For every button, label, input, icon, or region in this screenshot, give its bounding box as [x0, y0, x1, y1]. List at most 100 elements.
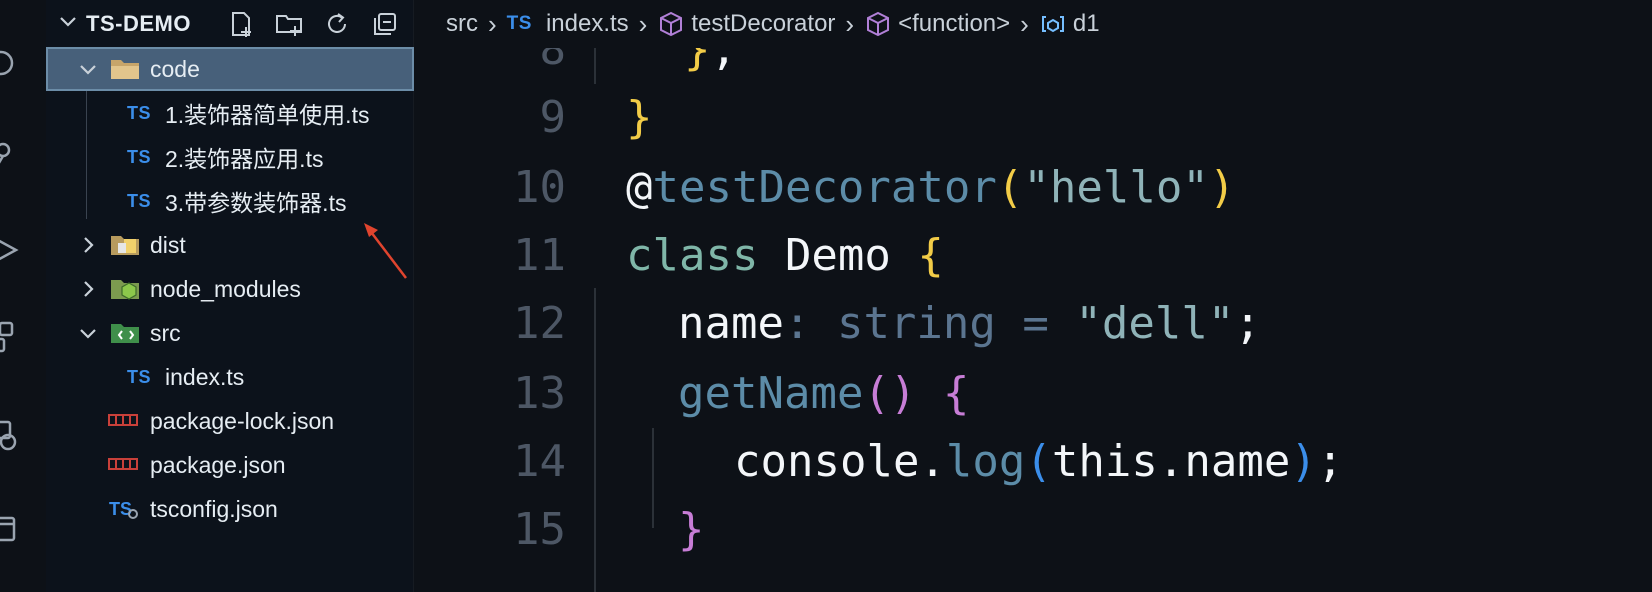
- extensions-icon[interactable]: [0, 320, 20, 354]
- code-token: {: [917, 230, 944, 281]
- chevron-right-icon: ›: [845, 8, 855, 39]
- npm-file-icon: [106, 450, 140, 480]
- new-file-icon[interactable]: [224, 8, 258, 40]
- source-control-icon[interactable]: [0, 140, 20, 174]
- folder-dist-icon: [108, 230, 142, 260]
- explorer-sidebar: TS-DEMO code TS 1.装饰器简单使用.ts TS 2.装饰器应用.…: [46, 0, 414, 592]
- typescript-file-icon: TS: [126, 146, 151, 167]
- tree-item-label: tsconfig.json: [150, 495, 278, 522]
- tree-item-src[interactable]: src: [46, 311, 414, 355]
- chevron-right-icon: ›: [638, 8, 648, 39]
- typescript-file-icon: TS: [126, 102, 151, 123]
- code-token: ;: [1234, 298, 1261, 349]
- code-token: ;: [1316, 436, 1344, 487]
- code-line-8: };: [684, 48, 737, 75]
- line-number: 15: [513, 504, 566, 555]
- chevron-down-icon[interactable]: [58, 12, 78, 32]
- breadcrumb-file-label: index.ts: [545, 10, 629, 37]
- line-number: 8: [539, 48, 567, 75]
- breadcrumb-function[interactable]: <function>: [864, 10, 1010, 38]
- code-token: Demo: [758, 230, 918, 281]
- tree-item-label: node_modules: [150, 275, 301, 302]
- typescript-file-icon: TS: [506, 13, 532, 34]
- tree-item-label: 3.带参数装饰器.ts: [165, 190, 347, 216]
- code-line-11: class Demo {: [626, 230, 944, 281]
- code-token: =: [995, 298, 1076, 349]
- tree-item-label: 2.装饰器应用.ts: [165, 146, 324, 172]
- tree-item-file[interactable]: TS 3.带参数装饰器.ts: [46, 179, 414, 223]
- code-token: log: [945, 436, 1026, 487]
- code-token: ): [1290, 436, 1317, 487]
- indent-guide: [594, 48, 596, 84]
- file-tree: code TS 1.装饰器简单使用.ts TS 2.装饰器应用.ts TS 3.…: [46, 47, 414, 531]
- code-token: ;: [710, 48, 738, 75]
- collapse-all-icon[interactable]: [368, 8, 402, 40]
- code-token: class: [626, 230, 759, 281]
- chevron-down-icon[interactable]: [77, 322, 99, 344]
- tree-item-label: index.ts: [165, 363, 245, 390]
- breadcrumb-decorator-label: testDecorator: [691, 10, 836, 37]
- code-line-10: @testDecorator("hello"): [626, 162, 1235, 213]
- tree-item-file[interactable]: TS tsconfig.json: [46, 487, 414, 531]
- breadcrumb-file[interactable]: TS index.ts: [507, 10, 629, 38]
- explorer-actions: [224, 8, 402, 40]
- tree-item-file[interactable]: package.json: [46, 443, 414, 487]
- code-line-12: name: string = "dell";: [678, 298, 1261, 349]
- tree-item-file[interactable]: package-lock.json: [46, 399, 414, 443]
- typescript-file-icon: TS: [126, 190, 151, 211]
- chevron-down-icon[interactable]: [77, 58, 99, 80]
- tree-item-label: src: [150, 319, 181, 346]
- cube-icon: [867, 11, 890, 37]
- breadcrumb-variable[interactable]: d1: [1039, 10, 1100, 38]
- breadcrumb-decorator[interactable]: testDecorator: [657, 10, 835, 38]
- chevron-right-icon: ›: [488, 8, 497, 39]
- indent-guide: [594, 288, 596, 592]
- workspace-title[interactable]: TS-DEMO: [86, 11, 191, 37]
- panel-icon[interactable]: [0, 512, 20, 546]
- code-token: this.name: [1051, 436, 1291, 487]
- tsconfig-file-icon: TS: [106, 494, 140, 524]
- tree-item-label: 1.装饰器简单使用.ts: [165, 102, 370, 128]
- code-line-14: console.log(this.name);: [734, 436, 1343, 487]
- chevron-right-icon[interactable]: [77, 278, 99, 300]
- tree-item-code[interactable]: code: [46, 47, 414, 91]
- tree-item-file[interactable]: TS 2.装饰器应用.ts: [46, 135, 414, 179]
- code-token: :: [783, 298, 837, 349]
- code-token: (: [1025, 436, 1052, 487]
- code-token: "hello": [1023, 162, 1209, 213]
- breadcrumb: src › TS index.ts › testDecorator › <fun…: [416, 0, 1652, 48]
- code-token: console.: [734, 436, 946, 487]
- cube-icon: [660, 11, 683, 37]
- line-number: 10: [513, 162, 566, 213]
- folder-open-icon: [108, 54, 142, 84]
- breadcrumb-function-label: <function>: [898, 10, 1011, 37]
- tree-item-dist[interactable]: dist: [46, 223, 414, 267]
- chevron-right-icon[interactable]: [77, 234, 99, 256]
- code-token: getName: [678, 368, 864, 419]
- folder-src-icon: [108, 318, 142, 348]
- activity-bar: [0, 0, 46, 592]
- tree-item-file[interactable]: TS 1.装饰器简单使用.ts: [46, 91, 414, 135]
- code-token: }: [684, 48, 711, 75]
- line-number: 13: [513, 368, 566, 419]
- new-folder-icon[interactable]: [272, 8, 306, 40]
- tree-item-node-modules[interactable]: node_modules: [46, 267, 414, 311]
- code-token: testDecorator: [652, 162, 997, 213]
- code-token: ): [1208, 162, 1236, 213]
- code-editor[interactable]: 8 9 10 11 12 13 14 15 }; } @testDecorato…: [416, 48, 1652, 592]
- breadcrumb-src[interactable]: src: [446, 10, 478, 38]
- breadcrumb-variable-label: d1: [1072, 10, 1100, 37]
- line-number: 14: [513, 436, 566, 487]
- refresh-icon[interactable]: [320, 8, 354, 40]
- tree-item-file[interactable]: TS index.ts: [46, 355, 414, 399]
- chevron-right-icon: ›: [1020, 8, 1029, 39]
- run-debug-icon[interactable]: [0, 233, 20, 267]
- code-token: string: [836, 298, 996, 349]
- code-token: "dell": [1075, 298, 1235, 349]
- remote-explorer-icon[interactable]: [0, 418, 20, 452]
- explorer-header: TS-DEMO: [46, 0, 414, 46]
- npm-file-icon: [106, 406, 140, 436]
- tree-item-label: dist: [150, 231, 186, 258]
- code-line-9: }: [626, 92, 653, 143]
- search-icon[interactable]: [0, 48, 20, 82]
